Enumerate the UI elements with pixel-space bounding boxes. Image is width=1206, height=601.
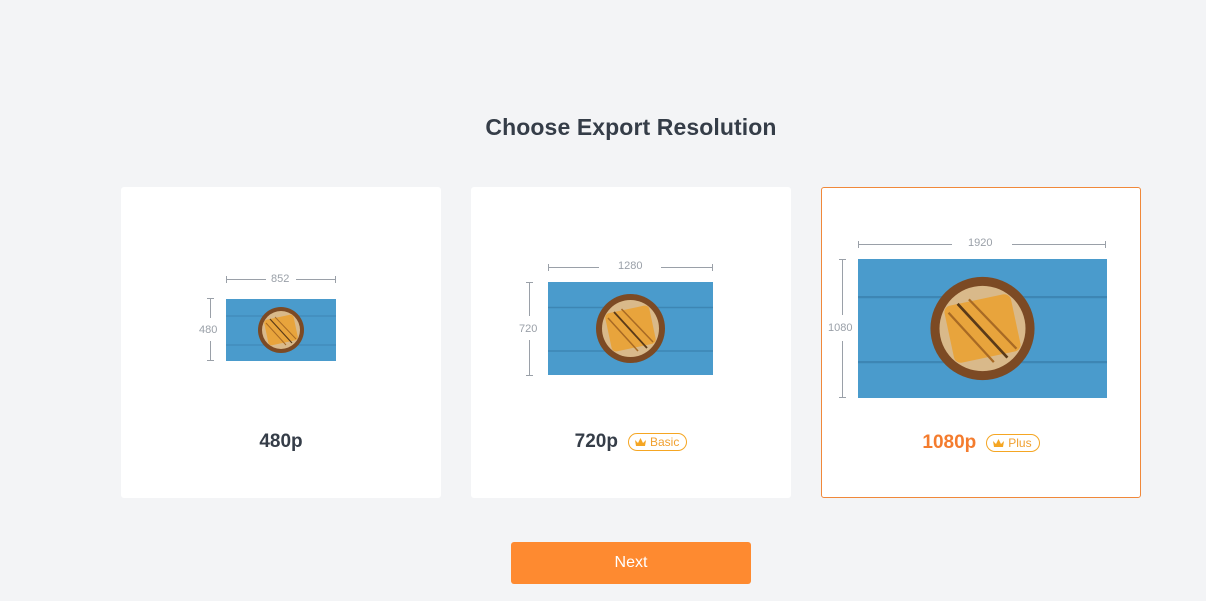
plan-badge-label: Basic — [649, 435, 680, 449]
width-dimension-label: 1920 — [968, 237, 993, 249]
dimension-tick — [839, 259, 846, 260]
width-dimension-line — [296, 279, 336, 280]
preview-thumbnail — [226, 299, 336, 361]
plan-badge-plus: Plus — [986, 434, 1040, 452]
resolution-card-720p[interactable]: 1280 720 720p Basic — [471, 187, 791, 498]
sandwich-plate-image — [548, 282, 713, 375]
dimension-tick — [548, 264, 549, 271]
resolution-label: 480p — [259, 431, 303, 452]
dimension-tick — [858, 241, 859, 248]
height-dimension-label: 480 — [199, 324, 218, 336]
height-dimension-line — [210, 298, 211, 318]
dimension-tick — [839, 397, 846, 398]
crown-icon — [993, 438, 1005, 447]
width-dimension-line — [858, 244, 952, 245]
dimension-tick — [1105, 241, 1106, 248]
width-dimension-label: 852 — [271, 273, 290, 285]
sandwich-plate-image — [858, 259, 1107, 398]
preview-thumbnail — [548, 282, 713, 375]
width-dimension-line — [661, 267, 713, 268]
height-dimension-line — [210, 341, 211, 360]
dimension-tick — [712, 264, 713, 271]
resolution-card-480p[interactable]: 852 480 480p — [121, 187, 441, 498]
height-dimension-line — [842, 259, 843, 315]
width-dimension-line — [1012, 244, 1106, 245]
width-dimension-line — [548, 267, 599, 268]
dimension-tick — [335, 276, 336, 283]
preview-thumbnail — [858, 259, 1107, 398]
width-dimension-line — [226, 279, 266, 280]
plan-badge-label: Plus — [1008, 436, 1032, 450]
dimension-tick — [207, 298, 214, 299]
height-dimension-line — [842, 341, 843, 398]
height-dimension-line — [529, 340, 530, 375]
height-dimension-line — [529, 282, 530, 316]
width-dimension-label: 1280 — [618, 260, 643, 272]
dimension-tick — [526, 375, 533, 376]
dimension-tick — [226, 276, 227, 283]
plan-badge-basic: Basic — [627, 433, 688, 451]
sandwich-plate-image — [226, 299, 336, 361]
height-dimension-label: 720 — [519, 323, 538, 335]
dimension-tick — [526, 282, 533, 283]
crown-icon — [634, 437, 646, 446]
resolution-label: 1080p — [922, 432, 977, 453]
resolution-label: 720p — [574, 431, 618, 452]
resolution-card-1080p[interactable]: 1920 1080 1080p Plus — [821, 187, 1141, 498]
height-dimension-label: 1080 — [828, 322, 853, 334]
page-title: Choose Export Resolution — [485, 114, 777, 140]
next-button[interactable]: Next — [511, 542, 751, 584]
dimension-tick — [207, 360, 214, 361]
